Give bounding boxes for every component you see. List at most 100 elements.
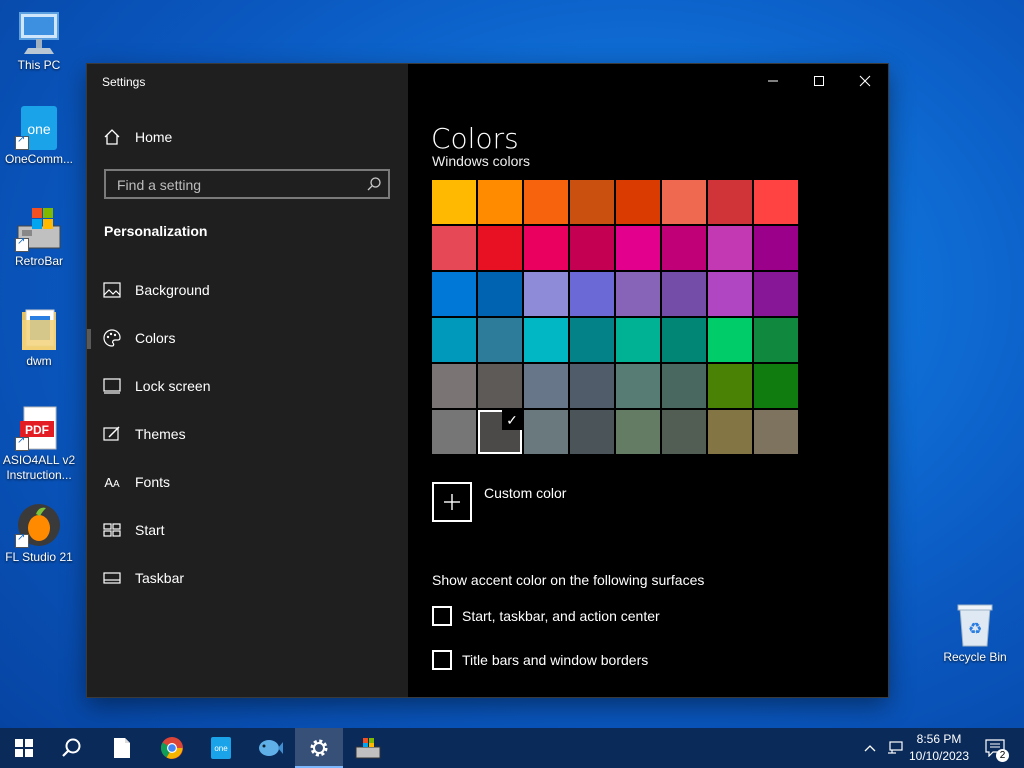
color-swatch[interactable] xyxy=(432,364,476,408)
checkbox-box[interactable] xyxy=(432,650,452,670)
color-swatch[interactable] xyxy=(754,318,798,362)
nav-item-label: Lock screen xyxy=(135,378,211,394)
color-swatch[interactable] xyxy=(478,364,522,408)
desktop-icon-onecommander[interactable]: one OneComm... xyxy=(2,104,76,167)
nav-item-colors[interactable]: Colors xyxy=(87,318,408,358)
color-swatch[interactable] xyxy=(570,318,614,362)
fonts-icon: AA xyxy=(103,473,121,491)
color-swatch[interactable] xyxy=(524,180,568,224)
nav-item-background[interactable]: Background xyxy=(87,270,408,310)
custom-color-button[interactable]: Custom color xyxy=(432,482,566,522)
color-swatch[interactable] xyxy=(616,318,660,362)
desktop-icon-label: RetroBar xyxy=(14,254,64,268)
show-hidden-icons-button[interactable] xyxy=(860,728,880,768)
color-swatch[interactable] xyxy=(754,410,798,454)
color-swatch[interactable] xyxy=(616,410,660,454)
color-swatch[interactable] xyxy=(662,410,706,454)
color-swatch[interactable] xyxy=(524,226,568,270)
maximize-button[interactable] xyxy=(796,64,842,98)
color-swatch[interactable] xyxy=(662,318,706,362)
nav-item-fonts[interactable]: AA Fonts xyxy=(87,462,408,502)
color-swatch[interactable] xyxy=(524,364,568,408)
nav-item-taskbar[interactable]: Taskbar xyxy=(87,558,408,598)
network-button[interactable] xyxy=(884,728,906,768)
desktop-icon-this-pc[interactable]: This PC xyxy=(2,10,76,73)
color-swatch[interactable] xyxy=(616,226,660,270)
color-swatch[interactable] xyxy=(616,180,660,224)
color-swatch[interactable] xyxy=(662,364,706,408)
color-swatch[interactable] xyxy=(432,318,476,362)
checkbox-box[interactable] xyxy=(432,606,452,626)
search-icon[interactable] xyxy=(366,176,382,197)
checkbox-start-taskbar-action-center[interactable]: Start, taskbar, and action center xyxy=(432,606,660,626)
color-swatch[interactable] xyxy=(708,272,752,316)
close-button[interactable] xyxy=(842,64,888,98)
color-swatch[interactable] xyxy=(524,272,568,316)
color-swatch[interactable] xyxy=(570,180,614,224)
color-swatch[interactable] xyxy=(708,364,752,408)
color-swatch[interactable] xyxy=(478,318,522,362)
color-swatch[interactable] xyxy=(432,226,476,270)
color-swatch[interactable] xyxy=(478,180,522,224)
this-pc-icon xyxy=(16,10,62,56)
color-swatch[interactable] xyxy=(570,226,614,270)
color-swatch[interactable] xyxy=(662,272,706,316)
color-swatch[interactable] xyxy=(754,180,798,224)
action-center-button[interactable]: 2 xyxy=(980,728,1010,768)
taskbar-retrobar[interactable] xyxy=(344,728,392,768)
minimize-button[interactable] xyxy=(750,64,796,98)
desktop-icon-label: ASIO4ALL v2 xyxy=(2,453,76,467)
color-swatch[interactable] xyxy=(478,272,522,316)
taskbar-fish-app[interactable] xyxy=(246,728,294,768)
home-nav-item[interactable]: Home xyxy=(103,128,172,146)
taskbar-onecommander[interactable]: one xyxy=(197,728,245,768)
color-swatch[interactable] xyxy=(662,180,706,224)
nav-item-start[interactable]: Start xyxy=(87,510,408,550)
minimize-icon xyxy=(768,80,778,82)
start-button[interactable] xyxy=(0,728,48,768)
themes-icon xyxy=(103,425,121,443)
color-swatch[interactable] xyxy=(616,364,660,408)
color-swatch[interactable] xyxy=(708,318,752,362)
color-swatch[interactable] xyxy=(754,226,798,270)
checkbox-title-bars-window-borders[interactable]: Title bars and window borders xyxy=(432,650,648,670)
desktop-icon-fl-studio[interactable]: FL Studio 21 xyxy=(2,502,76,565)
search-box[interactable] xyxy=(104,169,390,199)
color-swatch[interactable] xyxy=(570,272,614,316)
picture-icon xyxy=(103,281,121,299)
desktop-icon-recycle-bin[interactable]: ♻ Recycle Bin xyxy=(938,602,1012,665)
onecommander-icon: one xyxy=(15,104,62,150)
desktop-icon-asio4all-pdf[interactable]: PDF ASIO4ALL v2 Instruction... xyxy=(2,405,76,483)
color-swatch-grid: ✓ xyxy=(432,180,800,454)
color-swatch[interactable] xyxy=(432,180,476,224)
color-swatch[interactable] xyxy=(708,180,752,224)
window-title: Settings xyxy=(102,75,146,89)
color-swatch[interactable] xyxy=(478,226,522,270)
color-swatch[interactable] xyxy=(570,410,614,454)
color-swatch[interactable] xyxy=(570,364,614,408)
nav-item-lock-screen[interactable]: Lock screen xyxy=(87,366,408,406)
desktop-icon-retrobar[interactable]: RetroBar xyxy=(2,206,76,269)
color-swatch[interactable] xyxy=(432,272,476,316)
color-swatch-selected[interactable]: ✓ xyxy=(478,410,522,454)
color-swatch[interactable] xyxy=(432,410,476,454)
color-swatch[interactable] xyxy=(754,272,798,316)
color-swatch[interactable] xyxy=(524,318,568,362)
color-swatch[interactable] xyxy=(524,410,568,454)
search-input[interactable] xyxy=(115,176,359,194)
clock[interactable]: 8:56 PM 10/10/2023 xyxy=(908,731,970,765)
retrobar-icon xyxy=(15,206,62,252)
taskbar-settings[interactable] xyxy=(295,728,343,768)
taskbar-search-button[interactable] xyxy=(48,728,96,768)
color-swatch[interactable] xyxy=(708,410,752,454)
color-swatch[interactable] xyxy=(708,226,752,270)
color-swatch[interactable] xyxy=(662,226,706,270)
clock-time: 8:56 PM xyxy=(916,732,962,746)
desktop-icon-dwm[interactable]: dwm xyxy=(2,306,76,369)
taskbar-chrome[interactable] xyxy=(148,728,196,768)
nav-item-themes[interactable]: Themes xyxy=(87,414,408,454)
color-swatch[interactable] xyxy=(754,364,798,408)
taskbar-file-app[interactable] xyxy=(98,728,146,768)
color-swatch[interactable] xyxy=(616,272,660,316)
fl-studio-icon xyxy=(15,502,62,548)
